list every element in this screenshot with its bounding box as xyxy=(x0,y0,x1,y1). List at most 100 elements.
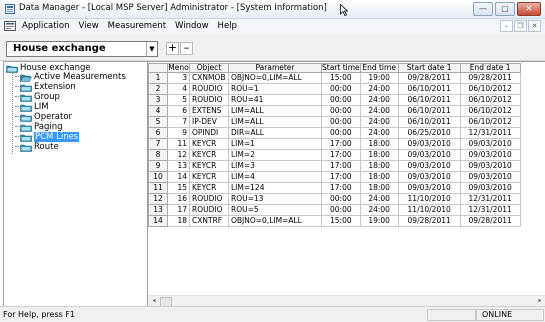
row-number[interactable]: 7 xyxy=(148,138,168,150)
tree-item-group[interactable]: Group xyxy=(15,93,60,102)
cell-end-time[interactable]: 24:00 xyxy=(359,193,399,205)
table-row[interactable]: 6 9 OPINDI DIR=ALL 00:00 24:00 06/25/2010 12/31… xyxy=(148,127,521,139)
cell-object[interactable]: CXNMOB xyxy=(189,72,229,84)
add-button[interactable]: + xyxy=(166,42,179,55)
tree-item-operator[interactable]: Operator xyxy=(15,113,72,122)
cell-start-time[interactable]: 17:00 xyxy=(321,171,361,183)
cell-start-date[interactable]: 09/03/2010 xyxy=(397,171,461,183)
column-header-end-time[interactable]: End time xyxy=(359,63,399,73)
cell-end-time[interactable]: 24:00 xyxy=(359,116,399,128)
cell-end-date[interactable]: 06/10/2012 xyxy=(459,83,521,95)
cell-start-date[interactable]: 09/28/2011 xyxy=(397,215,461,227)
minimize-button[interactable]: — xyxy=(473,2,493,16)
cell-meno[interactable]: 17 xyxy=(167,204,190,216)
cell-start-time[interactable]: 17:00 xyxy=(321,149,361,161)
cell-end-time[interactable]: 24:00 xyxy=(359,127,399,139)
cell-object[interactable]: IP-DEV xyxy=(189,116,229,128)
cell-object[interactable]: ROUDIO xyxy=(189,83,229,95)
cell-end-time[interactable]: 19:00 xyxy=(359,215,399,227)
cell-end-date[interactable]: 09/03/2010 xyxy=(459,160,521,172)
cell-parameter[interactable]: DIR=ALL xyxy=(228,127,322,139)
maximize-button[interactable]: ▢ xyxy=(495,2,515,16)
row-number[interactable]: 12 xyxy=(148,193,168,205)
cell-start-date[interactable]: 09/03/2010 xyxy=(397,138,461,150)
row-number[interactable]: 5 xyxy=(148,116,168,128)
menu-view[interactable]: View xyxy=(79,21,99,31)
table-row[interactable]: 2 4 ROUDIO ROU=1 00:00 24:00 06/10/2011 06/10/2… xyxy=(148,83,521,95)
cell-end-time[interactable]: 18:00 xyxy=(359,171,399,183)
cell-end-time[interactable]: 18:00 xyxy=(359,182,399,194)
column-header-object[interactable]: Object xyxy=(189,63,229,73)
tree-item-pcm-lines[interactable]: PCM Lines xyxy=(15,132,80,142)
row-number[interactable]: 13 xyxy=(148,204,168,216)
cell-start-date[interactable]: 06/10/2011 xyxy=(397,94,461,106)
cell-object[interactable]: KEYCR xyxy=(189,160,229,172)
cell-parameter[interactable]: LIM=124 xyxy=(228,182,322,194)
row-number[interactable]: 2 xyxy=(148,83,168,95)
row-number[interactable]: 11 xyxy=(148,182,168,194)
cell-object[interactable]: KEYCR xyxy=(189,138,229,150)
cell-start-date[interactable]: 09/03/2010 xyxy=(397,182,461,194)
column-header-meno[interactable]: Meno xyxy=(167,63,190,73)
cell-object[interactable]: EXTENS xyxy=(189,105,229,117)
remove-button[interactable]: – xyxy=(180,42,193,55)
table-row[interactable]: 14 18 CXNTRF OBJNO=0,LIM=ALL 15:00 19:00 09/28… xyxy=(148,215,521,227)
cell-end-date[interactable]: 12/31/2011 xyxy=(459,204,521,216)
column-header-start-date[interactable]: Start date 1 xyxy=(397,63,461,73)
cell-end-time[interactable]: 19:00 xyxy=(359,72,399,84)
cell-start-time[interactable]: 00:00 xyxy=(321,94,361,106)
tree-item-lim[interactable]: LIM xyxy=(15,103,49,112)
menu-window[interactable]: Window xyxy=(175,21,209,31)
cell-object[interactable]: KEYCR xyxy=(189,171,229,183)
cell-parameter[interactable]: OBJNO=0,LIM=ALL xyxy=(228,215,322,227)
cell-end-date[interactable]: 09/03/2010 xyxy=(459,138,521,150)
cell-end-date[interactable]: 06/10/2012 xyxy=(459,94,521,106)
cell-parameter[interactable]: LIM=3 xyxy=(228,160,322,172)
cell-end-date[interactable]: 09/28/2011 xyxy=(459,215,521,227)
cell-start-date[interactable]: 11/10/2010 xyxy=(397,204,461,216)
cell-meno[interactable]: 6 xyxy=(167,105,190,117)
cell-meno[interactable]: 18 xyxy=(167,215,190,227)
tree-item-paging[interactable]: Paging xyxy=(15,123,63,132)
cell-end-date[interactable]: 09/03/2010 xyxy=(459,149,521,161)
child-close-button[interactable]: ✕ xyxy=(528,20,541,32)
tree-item-extension[interactable]: Extension xyxy=(15,83,76,92)
cell-start-date[interactable]: 09/03/2010 xyxy=(397,149,461,161)
row-number[interactable]: 4 xyxy=(148,105,168,117)
cell-end-date[interactable]: 06/10/2012 xyxy=(459,105,521,117)
row-number[interactable]: 6 xyxy=(148,127,168,139)
exchange-selector[interactable]: House exchange ▼ xyxy=(6,41,158,57)
chevron-down-icon[interactable]: ▼ xyxy=(146,42,157,56)
cell-meno[interactable]: 13 xyxy=(167,160,190,172)
table-row[interactable]: 13 17 ROUDIO ROU=5 00:00 24:00 11/10/2010 12/31… xyxy=(148,204,521,216)
table-row[interactable]: 5 7 IP-DEV LIM=ALL 00:00 24:00 06/10/2011 06/10… xyxy=(148,116,521,128)
row-number[interactable]: 9 xyxy=(148,160,168,172)
cell-meno[interactable]: 4 xyxy=(167,83,190,95)
cell-meno[interactable]: 7 xyxy=(167,116,190,128)
cell-meno[interactable]: 3 xyxy=(167,72,190,84)
cell-start-date[interactable]: 11/10/2010 xyxy=(397,193,461,205)
cell-parameter[interactable]: LIM=2 xyxy=(228,149,322,161)
table-row[interactable]: 11 15 KEYCR LIM=124 17:00 18:00 09/03/2010 09/0… xyxy=(148,182,521,194)
cell-start-time[interactable]: 00:00 xyxy=(321,83,361,95)
scroll-right-icon[interactable]: ▸ xyxy=(536,297,544,305)
cell-object[interactable]: ROUDIO xyxy=(189,94,229,106)
column-header-start-time[interactable]: Start time xyxy=(321,63,361,73)
cell-end-time[interactable]: 24:00 xyxy=(359,94,399,106)
cell-end-date[interactable]: 12/31/2011 xyxy=(459,127,521,139)
cell-end-date[interactable]: 09/03/2010 xyxy=(459,171,521,183)
cell-parameter[interactable]: LIM=ALL xyxy=(228,105,322,117)
cell-parameter[interactable]: ROU=1 xyxy=(228,83,322,95)
column-header-parameter[interactable]: Parameter xyxy=(228,63,322,73)
row-number[interactable]: 10 xyxy=(148,171,168,183)
table-row[interactable]: 8 12 KEYCR LIM=2 17:00 18:00 09/03/2010 09/03/2… xyxy=(148,149,521,161)
scroll-left-icon[interactable]: ◂ xyxy=(150,297,158,305)
row-number[interactable]: 1 xyxy=(148,72,168,84)
table-row[interactable]: 9 13 KEYCR LIM=3 17:00 18:00 09/03/2010 09/03/2… xyxy=(148,160,521,172)
cell-parameter[interactable]: LIM=4 xyxy=(228,171,322,183)
tree-item-route[interactable]: Route xyxy=(15,143,59,152)
cell-start-time[interactable]: 00:00 xyxy=(321,204,361,216)
cell-start-time[interactable]: 15:00 xyxy=(321,215,361,227)
cell-start-time[interactable]: 00:00 xyxy=(321,116,361,128)
cell-object[interactable]: CXNTRF xyxy=(189,215,229,227)
